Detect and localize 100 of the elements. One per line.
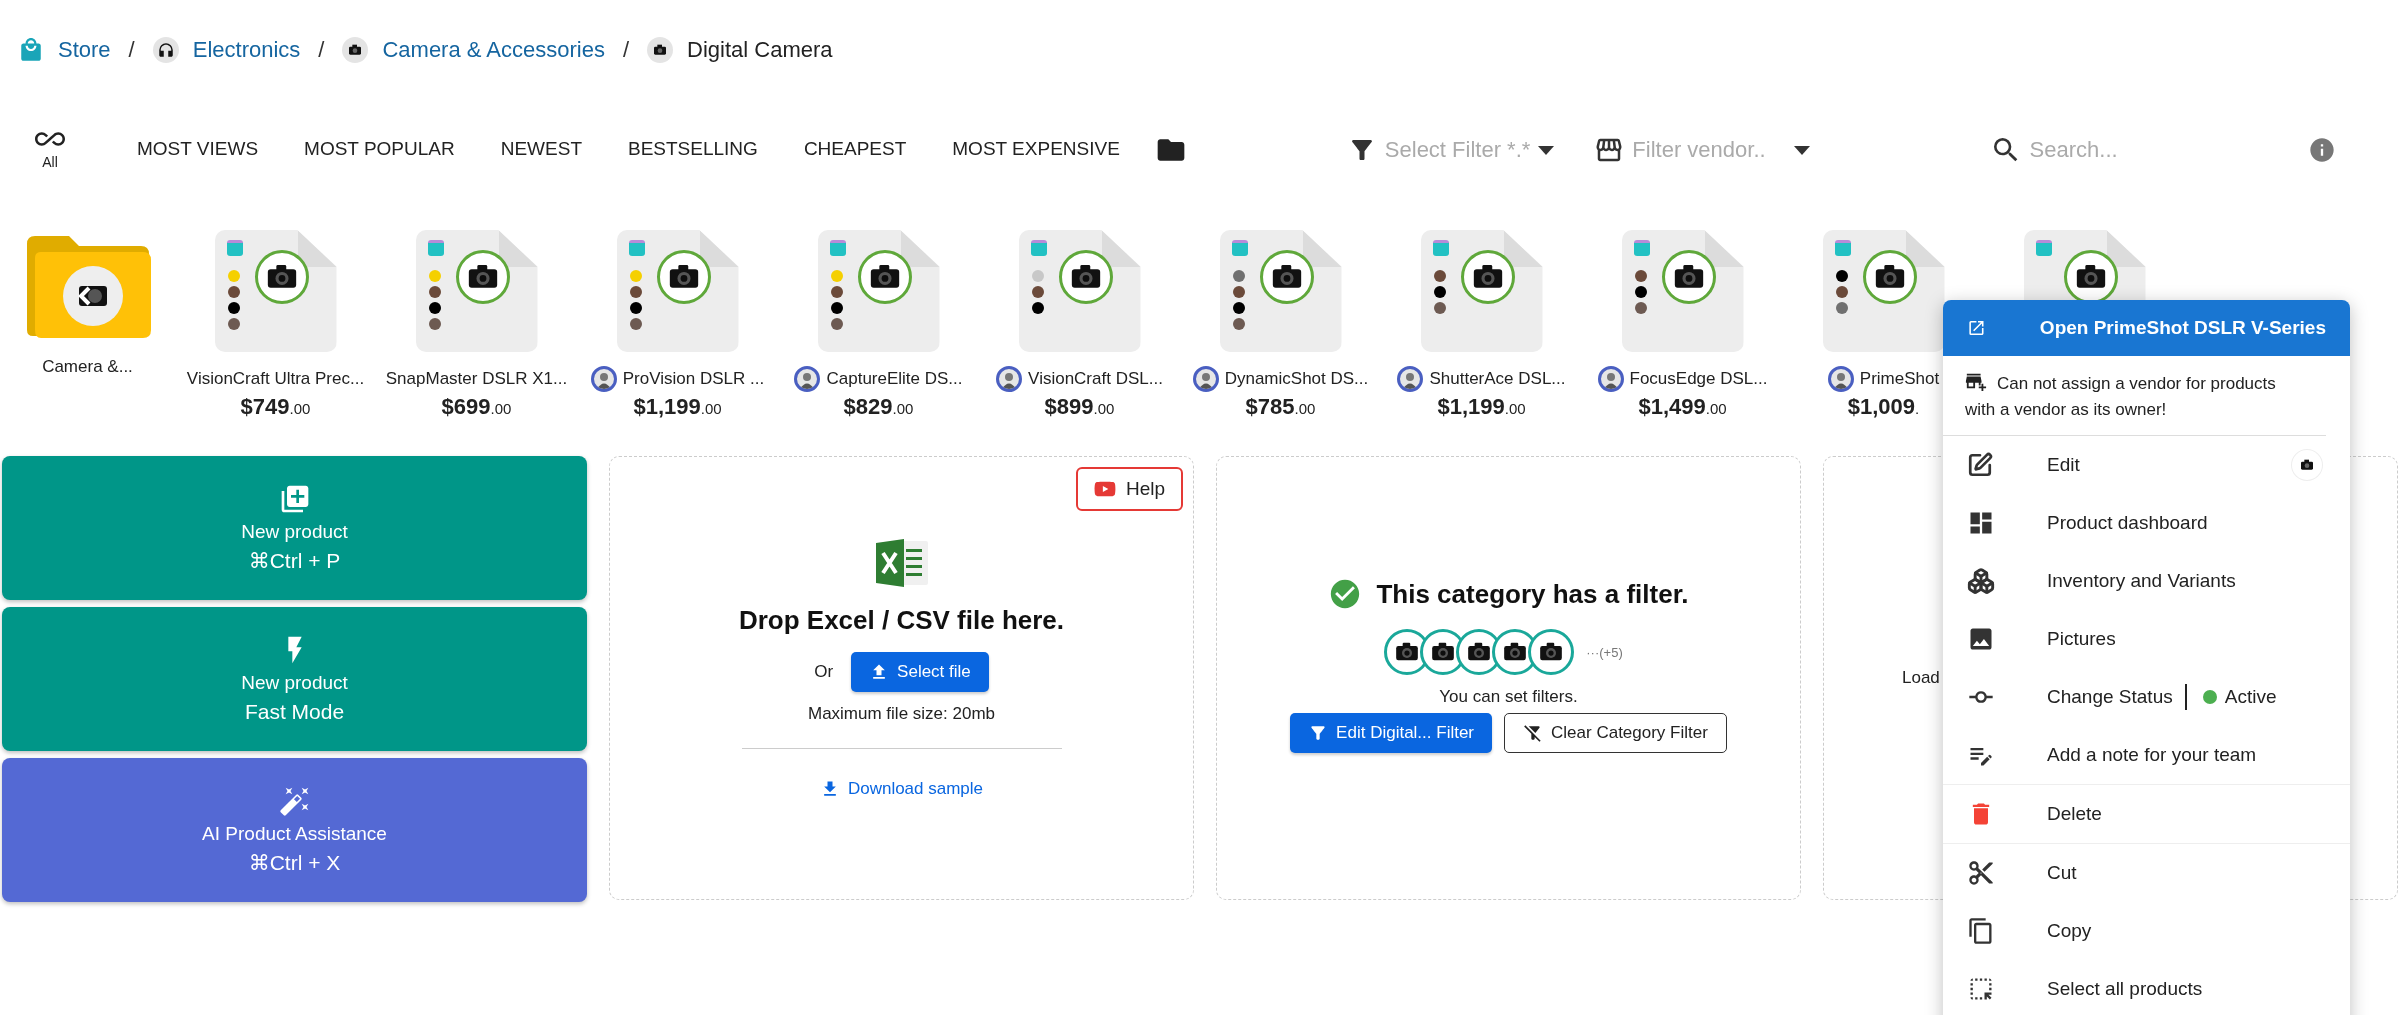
shopping-bag-icon bbox=[427, 240, 444, 256]
sort-tab[interactable]: MOST POPULAR bbox=[281, 127, 478, 173]
boxes-icon bbox=[1967, 567, 1995, 595]
shopping-bag-icon bbox=[1030, 240, 1047, 256]
menu-item[interactable]: Change Status Active bbox=[1943, 668, 2350, 726]
menu-item[interactable]: Product dashboard bbox=[1943, 494, 2350, 552]
product-price: $829.00 bbox=[843, 394, 914, 420]
product-thumbnail[interactable] bbox=[1420, 230, 1543, 352]
open-product-button[interactable]: Open PrimeShot DSLR V-Series bbox=[1943, 300, 2350, 356]
menu-item[interactable]: Select all products bbox=[1943, 960, 2350, 1015]
help-button[interactable]: Help bbox=[1075, 467, 1183, 511]
search-placeholder: Search... bbox=[2029, 137, 2118, 163]
breadcrumb-link[interactable]: Camera & Accessories bbox=[382, 37, 605, 63]
product-name: DynamicShot DS... bbox=[1224, 369, 1369, 389]
camera-avatar bbox=[342, 37, 369, 63]
menu-item-label: Delete bbox=[2047, 803, 2102, 825]
shopping-bag-icon bbox=[18, 37, 44, 63]
shopping-bag-icon bbox=[2035, 240, 2052, 256]
shopping-bag-icon bbox=[226, 240, 243, 256]
max-size-text: Maximum file size: 20mb bbox=[807, 704, 996, 724]
shopping-bag-icon bbox=[628, 240, 645, 256]
shopping-bag-icon bbox=[1231, 240, 1248, 256]
sort-tab[interactable]: CHEAPEST bbox=[780, 127, 930, 173]
product-thumbnail[interactable] bbox=[1018, 230, 1141, 352]
product-name: ShutterAce DSL... bbox=[1429, 369, 1566, 389]
clear-filter-button[interactable]: Clear Category Filter bbox=[1504, 713, 1727, 753]
product-thumbnail[interactable] bbox=[1621, 230, 1744, 352]
product-name: ProVision DSLR ... bbox=[622, 369, 765, 389]
menu-item-label: Copy bbox=[2047, 920, 2092, 942]
breadcrumb-separator: / bbox=[622, 37, 630, 63]
product-name: PrimeShot bbox=[1859, 369, 1940, 389]
shopping-bag-icon bbox=[1633, 240, 1650, 256]
menu-item-label: Cut bbox=[2047, 862, 2077, 884]
menu-item[interactable]: Inventory and Variants bbox=[1943, 552, 2350, 610]
product-price: $785.00 bbox=[1245, 394, 1316, 420]
sort-tab[interactable]: NEWEST bbox=[477, 127, 605, 173]
action-card[interactable]: New product ⌘Ctrl + P bbox=[2, 456, 587, 600]
product-name: SnapMaster DSLR X1... bbox=[385, 369, 568, 389]
or-label: Or bbox=[814, 662, 834, 682]
vendor-placeholder: Filter vendor.. bbox=[1632, 137, 1766, 163]
camera-avatar bbox=[2292, 450, 2322, 480]
breadcrumb-link[interactable]: Store bbox=[58, 37, 111, 63]
menu-item[interactable]: Edit bbox=[1943, 436, 2350, 494]
camera-avatar bbox=[647, 37, 674, 63]
shopping-bag-icon bbox=[1432, 240, 1449, 256]
shopping-bag-icon bbox=[829, 240, 846, 256]
magic-wand-icon bbox=[278, 785, 311, 817]
menu-item-label: Inventory and Variants bbox=[2047, 570, 2236, 592]
product-thumbnail[interactable] bbox=[415, 230, 538, 352]
breadcrumb-link[interactable]: Electronics bbox=[192, 37, 301, 63]
product-thumbnail[interactable] bbox=[1219, 230, 1342, 352]
product-thumbnail[interactable] bbox=[616, 230, 739, 352]
product-price: $749.00 bbox=[240, 394, 311, 420]
shopping-bag-icon bbox=[1834, 240, 1851, 256]
product-price: $1,009. bbox=[1847, 394, 1920, 420]
breadcrumb-separator: / bbox=[318, 37, 325, 63]
product-price: $1,499.00 bbox=[1638, 394, 1727, 420]
sort-tab[interactable]: MOST EXPENSIVE bbox=[929, 127, 1143, 173]
breadcrumb-link[interactable]: Digital Camera bbox=[687, 37, 833, 63]
status-label: Active bbox=[2224, 686, 2277, 708]
filter-title: This category has a filter. bbox=[1376, 578, 1689, 610]
breadcrumb-separator: / bbox=[128, 37, 135, 63]
menu-item[interactable]: Cut bbox=[1943, 844, 2350, 902]
product-thumbnail[interactable] bbox=[1822, 230, 1945, 352]
product-name: VisionCraft DSL... bbox=[1028, 369, 1163, 389]
headphones-avatar bbox=[152, 37, 179, 63]
select-file-button[interactable]: Select file bbox=[851, 652, 989, 692]
product-price: $1,199.00 bbox=[633, 394, 722, 420]
scissors-icon bbox=[1967, 859, 1995, 887]
download-sample-link[interactable]: Download sample bbox=[819, 779, 984, 799]
spreadsheet-icon bbox=[873, 537, 930, 589]
info-icon[interactable] bbox=[2307, 136, 2336, 164]
product-name: VisionCraft Ultra Prec... bbox=[186, 369, 365, 389]
sort-tab[interactable]: BESTSELLING bbox=[605, 127, 781, 173]
filter-placeholder: Select Filter *.* bbox=[1384, 137, 1531, 163]
action-card[interactable]: AI Product Assistance ⌘Ctrl + X bbox=[2, 758, 587, 902]
sort-tab[interactable]: MOST VIEWS bbox=[114, 127, 282, 173]
menu-item[interactable]: Add a note for your team bbox=[1943, 726, 2350, 784]
product-thumbnail[interactable] bbox=[817, 230, 940, 352]
edit-filter-button[interactable]: Edit Digital... Filter bbox=[1290, 713, 1493, 753]
folder-name: Camera &... bbox=[42, 357, 133, 377]
action-card[interactable]: New product Fast Mode bbox=[2, 607, 587, 751]
dropdown-icon bbox=[1793, 145, 1810, 155]
menu-item-label: Edit bbox=[2047, 454, 2080, 476]
loading-text: Load bbox=[1902, 668, 1940, 688]
edit-icon bbox=[1967, 452, 1993, 478]
menu-item-label: Add a note for your team bbox=[2047, 744, 2257, 766]
copy-icon bbox=[1967, 917, 1995, 945]
dropdown-icon bbox=[1538, 145, 1555, 155]
vendor-note: Can not assign a vendor for products with a vendor as its owner! bbox=[1943, 356, 2326, 436]
menu-item[interactable]: Pictures bbox=[1943, 610, 2350, 668]
product-name: CaptureElite DS... bbox=[826, 369, 963, 389]
more-count: ···(+5) bbox=[1586, 644, 1623, 660]
menu-item[interactable]: Copy bbox=[1943, 902, 2350, 960]
all-tab[interactable]: All bbox=[22, 123, 78, 177]
drop-title: Drop Excel / CSV file here. bbox=[738, 605, 1065, 636]
filter-off-icon bbox=[1523, 723, 1544, 743]
menu-item-label: Pictures bbox=[2047, 628, 2116, 650]
menu-item[interactable]: Delete bbox=[1943, 785, 2350, 843]
product-thumbnail[interactable] bbox=[214, 230, 337, 352]
